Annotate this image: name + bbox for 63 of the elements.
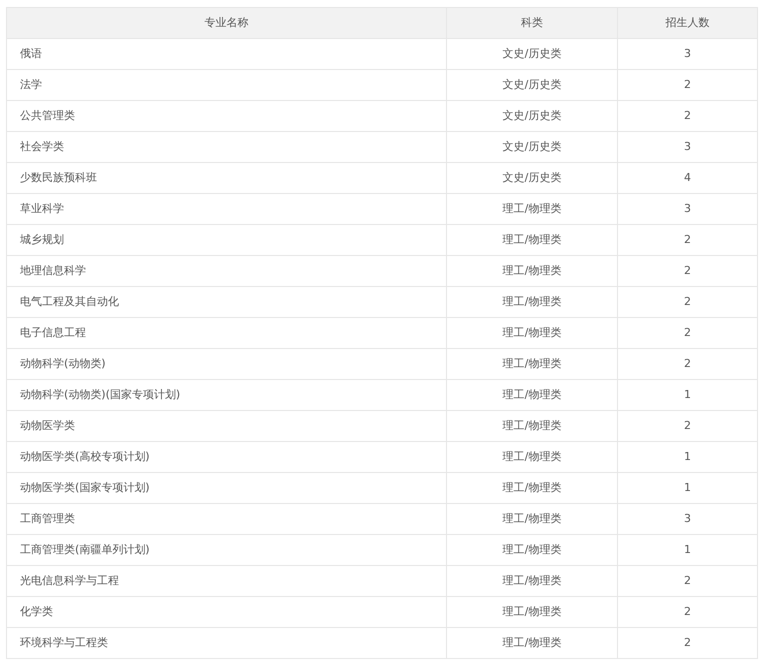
table-cell: 少数民族预科班 [6,162,446,194]
table-cell: 公共管理类 [6,100,446,132]
table-cell: 动物科学(动物类)(国家专项计划) [6,380,446,410]
table-cell: 理工/物理类 [446,534,618,566]
column-header: 科类 [446,8,618,38]
column-header: 专业名称 [6,8,446,38]
table-cell: 4 [618,162,758,194]
table-cell: 理工/物理类 [446,256,618,286]
table-cell: 文史/历史类 [446,70,618,100]
table-cell: 理工/物理类 [446,194,618,224]
table-cell: 2 [618,100,758,132]
table-cell: 理工/物理类 [446,442,618,472]
table-cell: 理工/物理类 [446,472,618,504]
table-cell: 理工/物理类 [446,504,618,534]
table-cell: 动物科学(动物类) [6,348,446,380]
table-cell: 1 [618,534,758,566]
table-cell: 俄语 [6,38,446,70]
table-cell: 3 [618,38,758,70]
table-cell: 2 [618,256,758,286]
table-cell: 工商管理类(南疆单列计划) [6,534,446,566]
table-cell: 2 [618,596,758,628]
table-cell: 法学 [6,70,446,100]
table-cell: 3 [618,504,758,534]
table-cell: 文史/历史类 [446,38,618,70]
table-cell: 动物医学类(国家专项计划) [6,472,446,504]
table-cell: 草业科学 [6,194,446,224]
table-cell: 城乡规划 [6,224,446,256]
table-cell: 理工/物理类 [446,380,618,410]
table-cell: 2 [618,628,758,658]
table-cell: 文史/历史类 [446,132,618,162]
table-cell: 动物医学类(高校专项计划) [6,442,446,472]
table-cell: 化学类 [6,596,446,628]
table-cell: 工商管理类 [6,504,446,534]
table-cell: 理工/物理类 [446,348,618,380]
table-cell: 理工/物理类 [446,318,618,348]
table-cell: 理工/物理类 [446,410,618,442]
table-cell: 理工/物理类 [446,596,618,628]
table-cell: 光电信息科学与工程 [6,566,446,596]
table-cell: 地理信息科学 [6,256,446,286]
column-header: 招生人数 [618,8,758,38]
table-cell: 理工/物理类 [446,224,618,256]
table-cell: 电气工程及其自动化 [6,286,446,318]
table-cell: 社会学类 [6,132,446,162]
table-cell: 2 [618,410,758,442]
table-cell: 3 [618,194,758,224]
table-cell: 1 [618,442,758,472]
table-cell: 理工/物理类 [446,286,618,318]
table-cell: 理工/物理类 [446,628,618,658]
table-cell: 文史/历史类 [446,100,618,132]
table-cell: 电子信息工程 [6,318,446,348]
table-cell: 2 [618,224,758,256]
table-cell: 3 [618,132,758,162]
table-cell: 2 [618,566,758,596]
table-cell: 2 [618,348,758,380]
table-cell: 文史/历史类 [446,162,618,194]
table-cell: 环境科学与工程类 [6,628,446,658]
table-cell: 1 [618,472,758,504]
table-cell: 2 [618,286,758,318]
table-cell: 2 [618,318,758,348]
table-cell: 理工/物理类 [446,566,618,596]
table-cell: 动物医学类 [6,410,446,442]
table-cell: 2 [618,70,758,100]
table-cell: 1 [618,380,758,410]
